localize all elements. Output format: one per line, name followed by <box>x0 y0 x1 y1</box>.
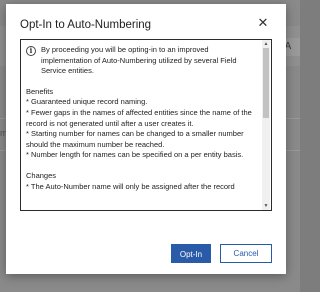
benefit-item: * Number length for names can be specifi… <box>26 150 244 160</box>
close-icon[interactable]: ✕ <box>256 16 270 30</box>
vertical-scrollbar[interactable]: ▲ ▼ <box>262 40 270 210</box>
dialog-message: i By proceeding you will be opting-in to… <box>21 40 261 210</box>
scroll-up-arrow-icon[interactable]: ▲ <box>262 41 270 47</box>
changes-heading: Changes <box>26 170 57 180</box>
benefit-item: * Fewer gaps in the names of affected en… <box>26 107 252 128</box>
scroll-down-arrow-icon[interactable]: ▼ <box>262 203 270 209</box>
dialog-content-scroll[interactable]: i By proceeding you will be opting-in to… <box>20 39 272 211</box>
info-icon: i <box>26 46 36 56</box>
opt-in-dialog: Opt-In to Auto-Numbering ✕ i By proceedi… <box>6 4 286 274</box>
change-item: * The Auto-Number name will only be assi… <box>26 181 235 191</box>
benefit-item: * Starting number for names can be chang… <box>26 129 244 149</box>
dialog-title: Opt-In to Auto-Numbering <box>20 19 152 31</box>
opt-in-button[interactable]: Opt-In <box>171 244 211 263</box>
benefits-heading: Benefits <box>26 86 54 96</box>
intro-text: By proceeding you will be opting-in to a… <box>41 45 237 76</box>
benefit-item: * Guaranteed unique record naming. <box>26 97 148 107</box>
intro-row: i By proceeding you will be opting-in to… <box>26 45 257 77</box>
scrollbar-thumb[interactable] <box>263 48 269 118</box>
cancel-button[interactable]: Cancel <box>220 244 272 263</box>
